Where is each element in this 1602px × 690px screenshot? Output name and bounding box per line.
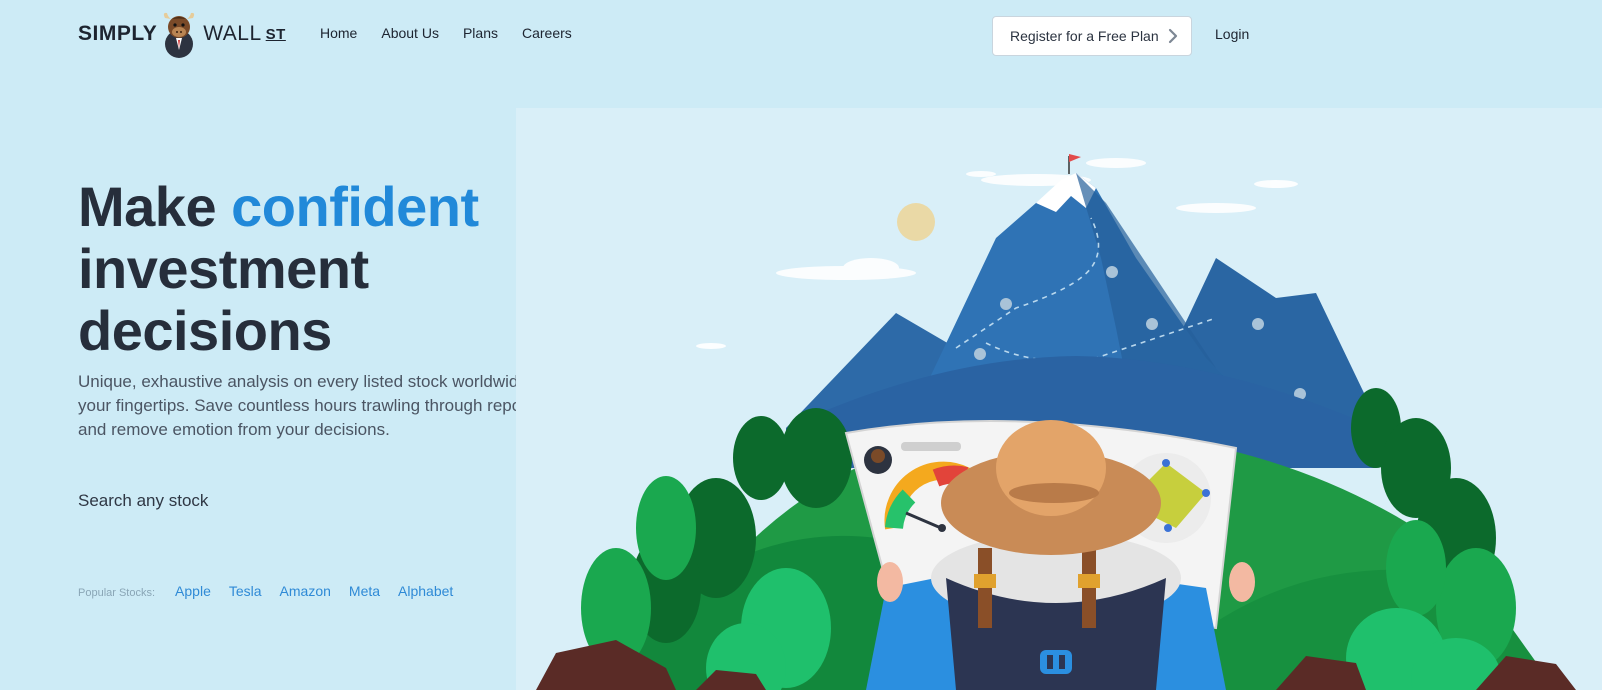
headline-line2: investment: [78, 237, 369, 300]
popular-stocks: Popular Stocks: Apple Tesla Amazon Meta …: [78, 583, 471, 599]
hero-illustration: [516, 108, 1602, 690]
main-nav: Home About Us Plans Careers: [320, 25, 572, 41]
nav-plans[interactable]: Plans: [463, 25, 498, 41]
mountain-hiker-illustration: [536, 154, 1576, 690]
register-free-plan-button[interactable]: Register for a Free Plan: [992, 16, 1192, 56]
chevron-right-icon: [1168, 28, 1178, 44]
summit-flag: [1069, 154, 1081, 162]
popular-stocks-label: Popular Stocks:: [78, 587, 156, 599]
nav-home[interactable]: Home: [320, 25, 357, 41]
site-header: SIMPLY WALL ST Home About Us Plans Caree…: [0, 0, 1602, 70]
brand-logo[interactable]: SIMPLY WALL ST: [78, 10, 286, 58]
popular-stock-tesla[interactable]: Tesla: [229, 583, 262, 599]
headline-line3: decisions: [78, 299, 332, 362]
logo-word-wall: WALL: [203, 22, 262, 45]
headline-part1: Make: [78, 175, 217, 238]
register-button-label: Register for a Free Plan: [1010, 28, 1159, 44]
search-stock-label[interactable]: Search any stock: [78, 491, 208, 511]
popular-stock-amazon[interactable]: Amazon: [280, 583, 331, 599]
hero-subtext: Unique, exhaustive analysis on every lis…: [78, 372, 547, 439]
hero-headline: Make confident investment decisions: [78, 176, 558, 362]
popular-stock-meta[interactable]: Meta: [349, 583, 380, 599]
bull-mascot-icon: [164, 12, 195, 58]
headline-accent: confident: [231, 175, 479, 238]
popular-stock-apple[interactable]: Apple: [175, 583, 211, 599]
nav-about-us[interactable]: About Us: [381, 25, 439, 41]
logo-word-st: ST: [265, 25, 286, 43]
logo-word-simply: SIMPLY: [78, 22, 158, 45]
login-link[interactable]: Login: [1215, 26, 1249, 42]
nav-careers[interactable]: Careers: [522, 25, 572, 41]
popular-stock-alphabet[interactable]: Alphabet: [398, 583, 453, 599]
sun: [897, 203, 935, 241]
